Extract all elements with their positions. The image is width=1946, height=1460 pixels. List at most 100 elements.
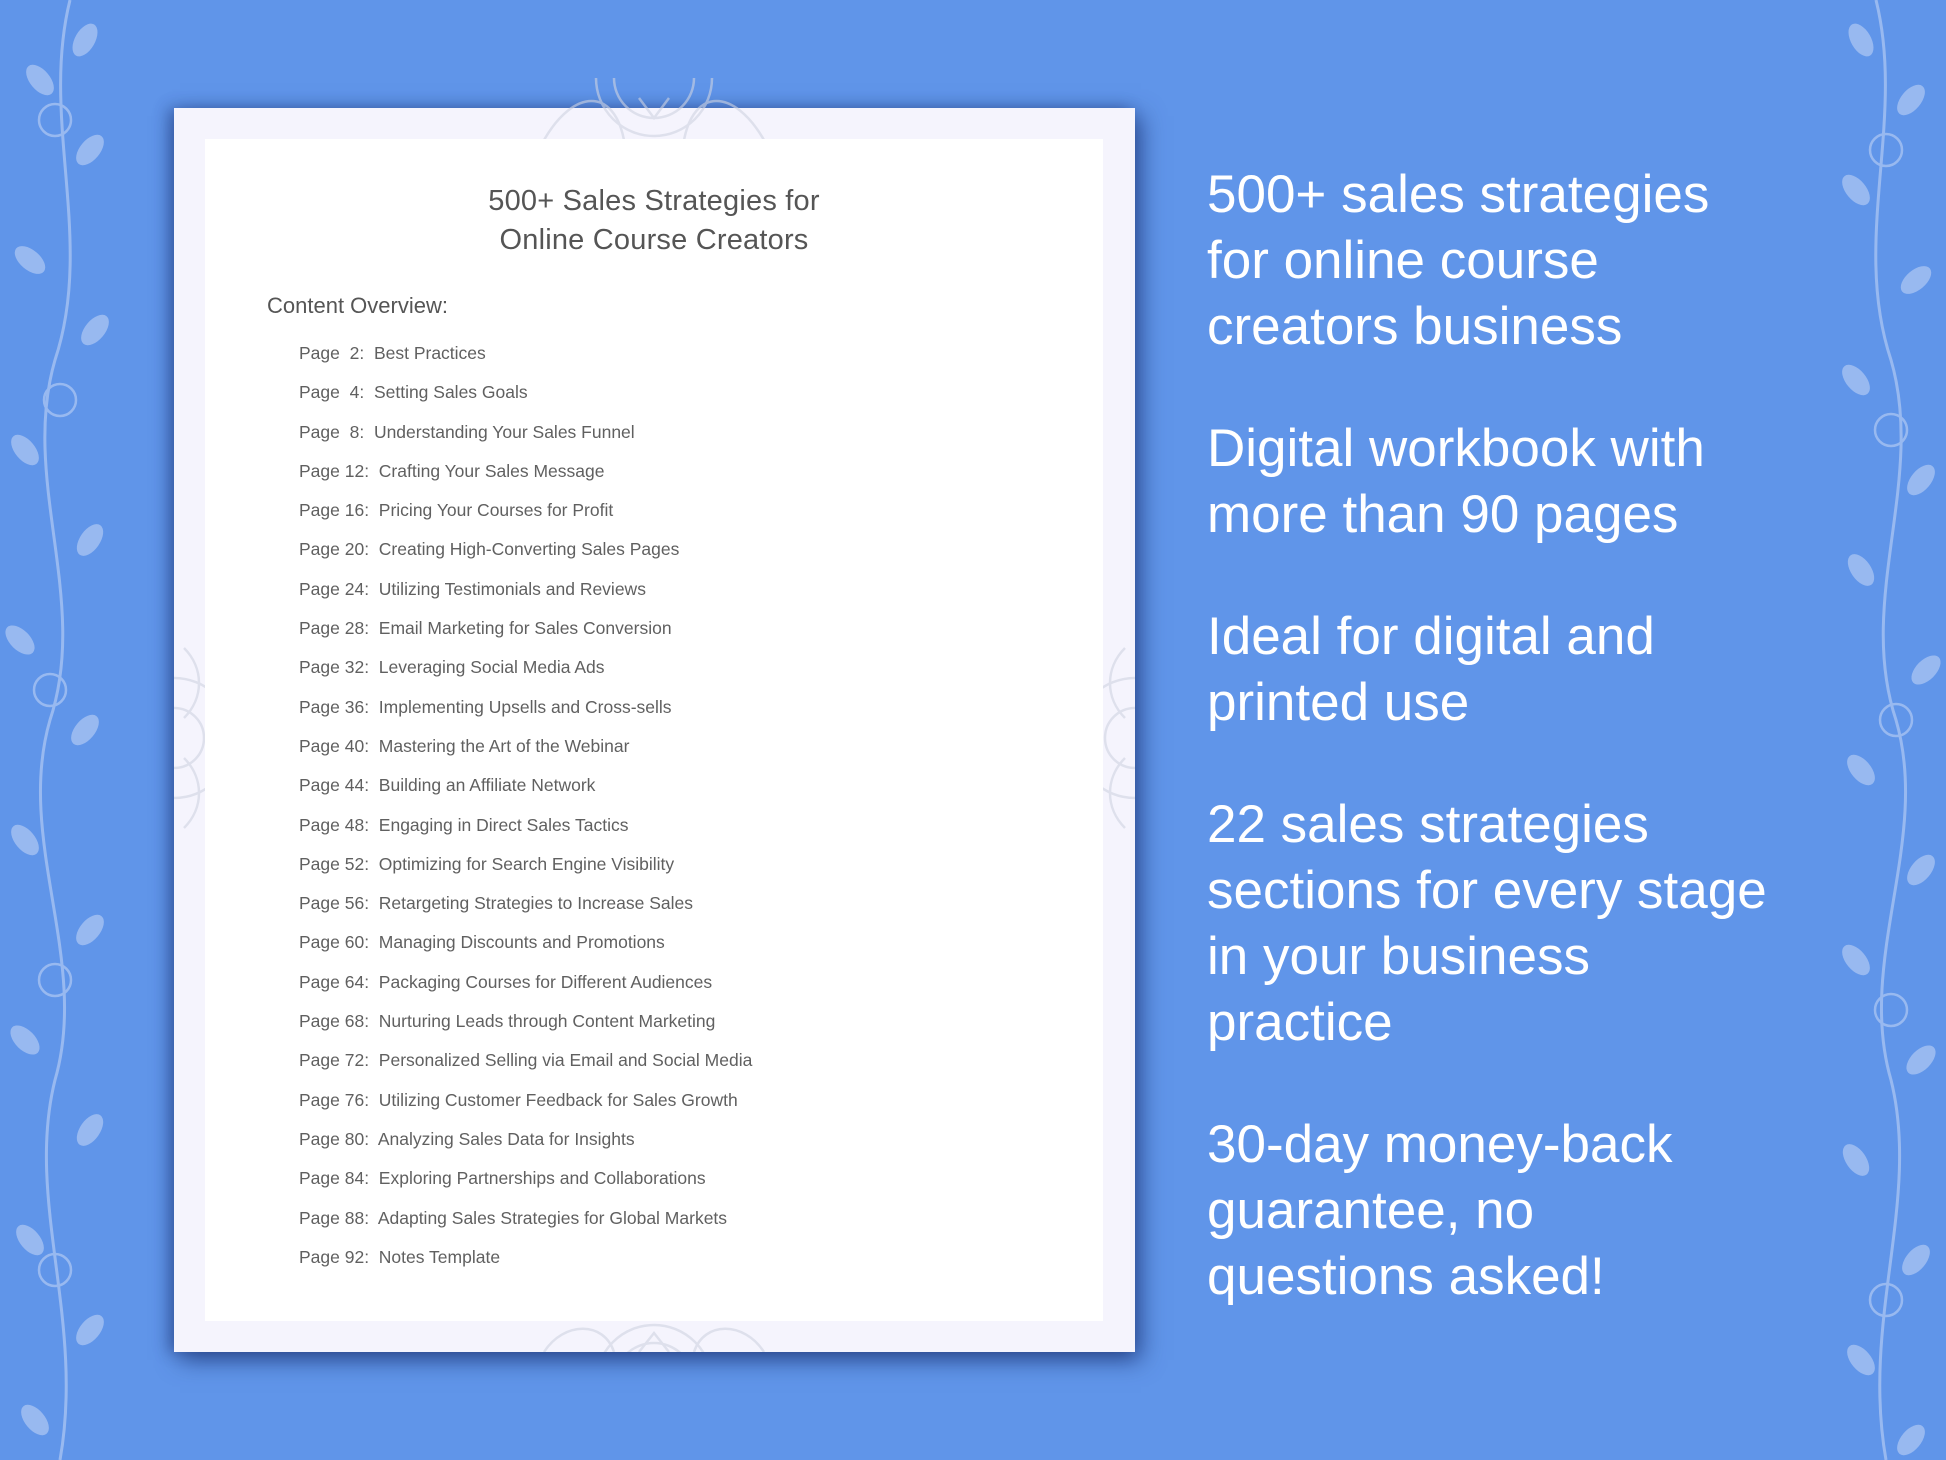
toc-entry: Page 16: Pricing Your Courses for Profit (299, 500, 752, 539)
toc-page-number: Page 40: (299, 735, 370, 756)
toc-section-title: Exploring Partnerships and Collaboration… (378, 1168, 706, 1189)
mandala-ornament-right (1103, 647, 1135, 829)
mandala-ornament-left (174, 647, 206, 829)
toc-page-number: Page 56: (299, 893, 370, 914)
toc-entry: Page 52: Optimizing for Search Engine Vi… (299, 854, 752, 893)
toc-entry: Page 8: Understanding Your Sales Funnel (299, 422, 752, 461)
feature-text-line: creators business (1207, 297, 1623, 356)
document-title-line-1: 500+ Sales Strategies for (488, 185, 820, 217)
toc-section-title: Leveraging Social Media Ads (378, 657, 605, 678)
toc-page-number: Page 52: (299, 853, 370, 874)
workbook-page-preview: 500+ Sales Strategies for Online Course … (174, 78, 1135, 1352)
toc-section-title: Understanding Your Sales Funnel (373, 421, 635, 442)
toc-entry: Page 60: Managing Discounts and Promotio… (299, 932, 752, 971)
feature-text-line: printed use (1207, 673, 1470, 732)
feature-text-line: in your business (1207, 927, 1590, 986)
toc-entry: Page 44: Building an Affiliate Network (299, 775, 752, 814)
floral-vine-decoration-right (1842, 0, 1941, 1460)
content-overview-heading: Content Overview: (267, 293, 448, 318)
toc-section-title: Creating High-Converting Sales Pages (378, 539, 680, 560)
toc-section-title: Best Practices (373, 343, 486, 363)
toc-entry: Page 68: Nurturing Leads through Content… (299, 1011, 752, 1050)
page-sheet: 500+ Sales Strategies for Online Course … (205, 139, 1103, 1321)
toc-section-title: Personalized Selling via Email and Socia… (378, 1050, 753, 1071)
toc-page-number: Page 4: (299, 382, 365, 403)
toc-entry: Page 40: Mastering the Art of the Webina… (299, 736, 752, 775)
toc-section-title: Utilizing Customer Feedback for Sales Gr… (378, 1089, 738, 1110)
feature-text-block: Ideal for digital and printed use (1207, 604, 1827, 736)
toc-entry: Page 2: Best Practices (299, 343, 752, 382)
toc-entry: Page 64: Packaging Courses for Different… (299, 972, 752, 1011)
toc-section-title: Notes Template (378, 1246, 501, 1267)
toc-section-title: Mastering the Art of the Webinar (378, 735, 630, 756)
toc-section-title: Packaging Courses for Different Audience… (378, 971, 713, 992)
floral-vine-decoration-left (5, 0, 109, 1460)
toc-page-number: Page 92: (299, 1246, 370, 1267)
toc-section-title: Building an Affiliate Network (378, 775, 596, 796)
toc-section-title: Analyzing Sales Data for Insights (377, 1128, 635, 1149)
toc-page-number: Page 64: (299, 971, 370, 992)
feature-text-line: more than 90 pages (1207, 485, 1679, 544)
feature-text-line: 500+ sales strategies (1207, 165, 1710, 224)
toc-page-number: Page 36: (299, 696, 370, 717)
feature-text-block: 500+ sales strategies for online course cr… (1207, 162, 1827, 360)
toc-entry: Page 4: Setting Sales Goals (299, 382, 752, 421)
toc-section-title: Implementing Upsells and Cross-sells (378, 696, 672, 717)
feature-text-block: 22 sales strategies sections for every st… (1207, 792, 1827, 1056)
feature-text-block: Digital workbook with more than 90 pages (1207, 416, 1827, 548)
toc-section-title: Utilizing Testimonials and Reviews (378, 578, 646, 599)
feature-text-block: 30-day money-back guarantee, no questions … (1207, 1112, 1827, 1310)
toc-section-title: Email Marketing for Sales Conversion (378, 618, 672, 639)
toc-page-number: Page 8: (299, 421, 365, 442)
toc-section-title: Setting Sales Goals (373, 382, 528, 403)
mandala-ornament-top (542, 78, 766, 140)
toc-section-title: Retargeting Strategies to Increase Sales (378, 893, 694, 914)
toc-entry: Page 84: Exploring Partnerships and Coll… (299, 1168, 752, 1207)
document-title: 500+ Sales Strategies for Online Course … (205, 182, 1103, 260)
toc-section-title: Managing Discounts and Promotions (378, 932, 665, 953)
toc-page-number: Page 20: (299, 539, 370, 560)
feature-text-line: practice (1207, 993, 1393, 1052)
table-of-contents: Page 2: Best Practices Page 4: Setting Sa… (299, 343, 752, 1286)
toc-entry: Page 32: Leveraging Social Media Ads (299, 657, 752, 696)
feature-text-line: Digital workbook with (1207, 419, 1705, 478)
toc-entry: Page 24: Utilizing Testimonials and Revi… (299, 579, 752, 618)
toc-page-number: Page 24: (299, 578, 370, 599)
toc-page-number: Page 60: (299, 932, 370, 953)
document-title-line-2: Online Course Creators (499, 224, 809, 256)
toc-entry: Page 80: Analyzing Sales Data for Insigh… (299, 1129, 752, 1168)
feature-text-line: for online course (1207, 231, 1599, 290)
toc-page-number: Page 12: (299, 460, 370, 481)
toc-entry: Page 56: Retargeting Strategies to Incre… (299, 893, 752, 932)
feature-text-line: Ideal for digital and (1207, 607, 1655, 666)
toc-section-title: Crafting Your Sales Message (378, 460, 605, 481)
toc-page-number: Page 2: (299, 343, 365, 363)
mandala-ornament-bottom (542, 1323, 766, 1352)
feature-text-line: guarantee, no (1207, 1181, 1535, 1240)
toc-page-number: Page 28: (299, 618, 370, 639)
toc-page-number: Page 72: (299, 1050, 370, 1071)
toc-page-number: Page 88: (299, 1207, 370, 1228)
toc-section-title: Adapting Sales Strategies for Global Mar… (377, 1207, 728, 1228)
feature-text-line: 22 sales strategies (1207, 795, 1649, 854)
toc-page-number: Page 68: (299, 1011, 370, 1032)
feature-list: 500+ sales strategies for online course cr… (1207, 162, 1827, 1366)
toc-page-number: Page 84: (299, 1168, 370, 1189)
toc-entry: Page 48: Engaging in Direct Sales Tactic… (299, 815, 752, 854)
feature-text-line: sections for every stage (1207, 861, 1767, 920)
toc-entry: Page 12: Crafting Your Sales Message (299, 461, 752, 500)
toc-entry: Page 36: Implementing Upsells and Cross-… (299, 697, 752, 736)
feature-text-line: 30-day money-back (1207, 1115, 1673, 1174)
toc-section-title: Optimizing for Search Engine Visibility (378, 853, 675, 874)
toc-entry: Page 72: Personalized Selling via Email … (299, 1050, 752, 1089)
toc-section-title: Pricing Your Courses for Profit (378, 500, 614, 521)
toc-page-number: Page 76: (299, 1089, 370, 1110)
toc-page-number: Page 32: (299, 657, 370, 678)
toc-entry: Page 88: Adapting Sales Strategies for G… (299, 1208, 752, 1247)
toc-page-number: Page 16: (299, 500, 370, 521)
toc-page-number: Page 80: (299, 1128, 370, 1149)
toc-section-title: Nurturing Leads through Content Marketin… (378, 1011, 716, 1032)
feature-text-line: questions asked! (1207, 1247, 1605, 1306)
toc-page-number: Page 44: (299, 775, 370, 796)
toc-section-title: Engaging in Direct Sales Tactics (378, 814, 629, 835)
